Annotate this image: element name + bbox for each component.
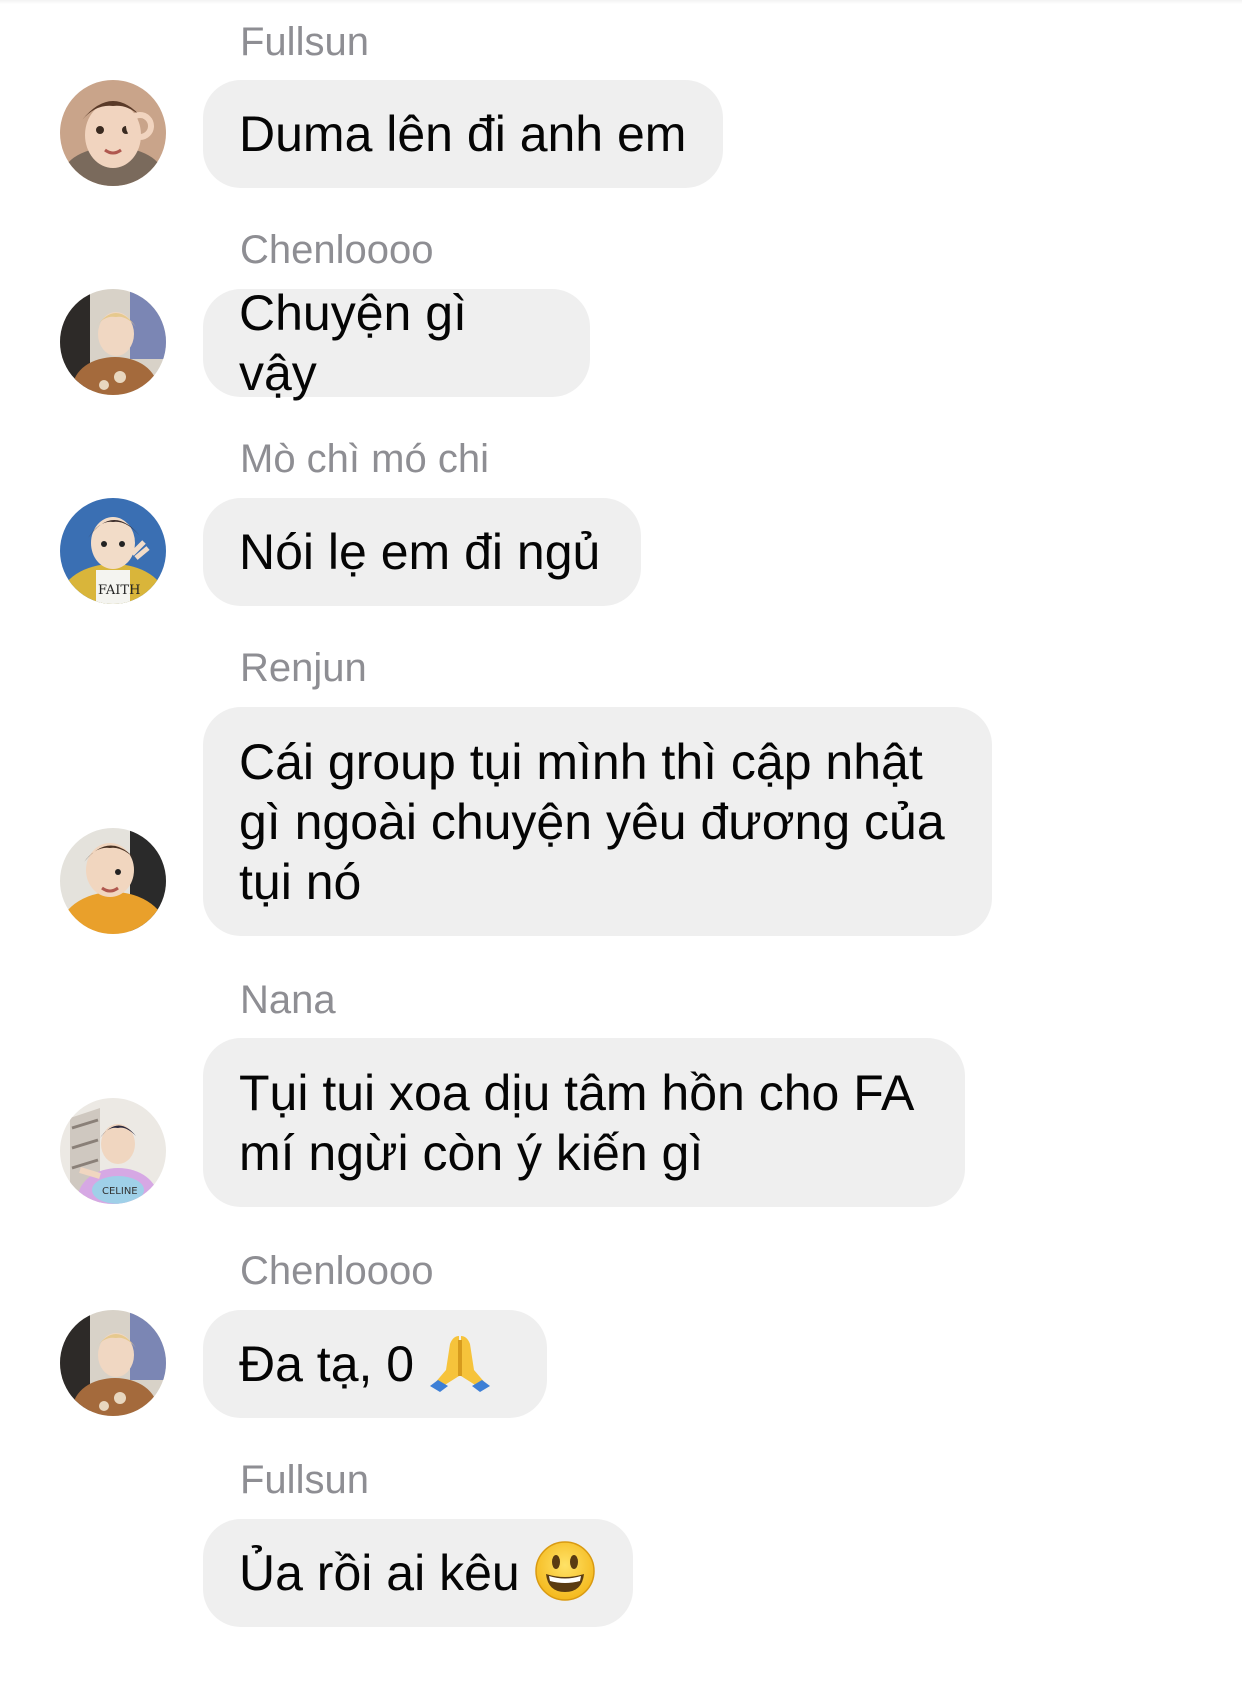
avatar[interactable]: CELINE — [60, 1098, 166, 1204]
message-bubble[interactable]: Tụi tui xoa dịu tâm hồn cho FA mí ngừi c… — [203, 1038, 965, 1207]
svg-text:FAITH: FAITH — [98, 583, 140, 598]
sender-name: Nana — [240, 978, 336, 1022]
grinning-face-emoji — [534, 1540, 596, 1607]
sender-name: Mò chì mó chi — [240, 437, 489, 481]
message-text: Nói lẹ em đi ngủ — [239, 524, 601, 580]
avatar[interactable] — [60, 289, 166, 395]
message-bubble[interactable]: Chuyện gì vậy — [203, 285, 590, 401]
avatar[interactable] — [60, 1310, 166, 1416]
sender-name: Renjun — [240, 646, 367, 690]
message-bubble[interactable]: Đa tạ, 0 — [203, 1310, 547, 1418]
sender-name: Fullsun — [240, 1458, 369, 1502]
message-text: Đa tạ, 0 — [239, 1336, 428, 1392]
sender-name: Chenloooo — [240, 228, 434, 272]
message-text: Chuyện gì vậy — [239, 285, 481, 401]
message-bubble[interactable]: Nói lẹ em đi ngủ — [203, 498, 641, 606]
message-text: Duma lên đi anh em — [239, 106, 687, 162]
message-bubble[interactable]: Duma lên đi anh em — [203, 80, 723, 188]
message-bubble[interactable]: Ủa rồi ai kêu — [203, 1519, 633, 1627]
folded-hands-emoji — [428, 1330, 492, 1399]
sender-name: Chenloooo — [240, 1249, 434, 1293]
message-text: Ủa rồi ai kêu — [239, 1545, 534, 1601]
sender-name: Fullsun — [240, 20, 369, 64]
message-bubble[interactable]: Cái group tụi mình thì cập nhật gì ngoài… — [203, 707, 992, 936]
group-chat-thread: Fullsun Duma lên đi anh em Chenloooo Chu… — [0, 0, 1242, 1690]
avatar[interactable]: FAITH — [60, 498, 166, 604]
message-text: Tụi tui xoa dịu tâm hồn cho FA mí ngừi c… — [239, 1064, 915, 1181]
svg-text:CELINE: CELINE — [102, 1186, 138, 1197]
avatar[interactable] — [60, 80, 166, 186]
avatar[interactable] — [60, 828, 166, 934]
message-text: Cái group tụi mình thì cập nhật gì ngoài… — [239, 733, 945, 910]
top-divider — [0, 0, 1242, 4]
